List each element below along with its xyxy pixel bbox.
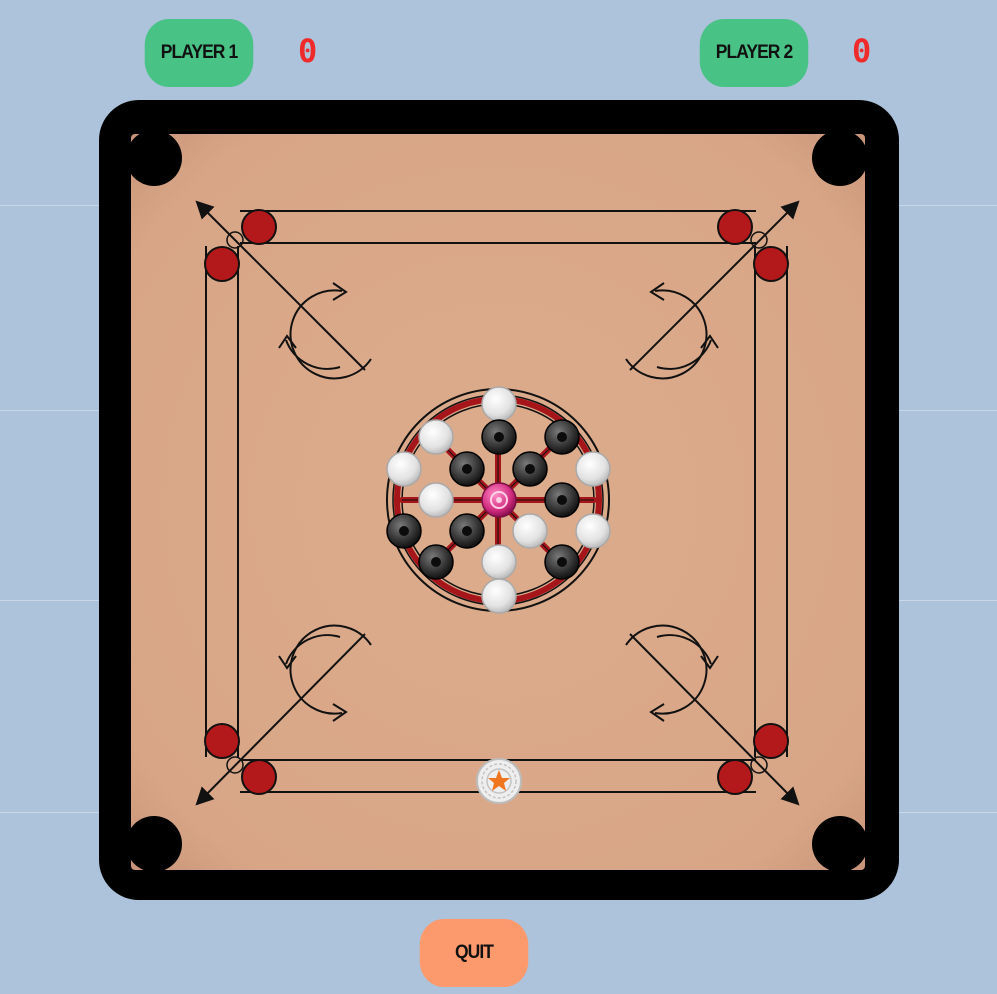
white-coin (481, 386, 517, 422)
white-coin (418, 419, 454, 455)
pocket-bottom-right (812, 816, 868, 872)
white-coin (512, 513, 548, 549)
white-coin (386, 451, 422, 487)
white-coin (575, 451, 611, 487)
pocket-bottom-left (126, 816, 182, 872)
quit-button[interactable]: QUIT (419, 919, 529, 987)
pocket-top-right (812, 130, 868, 186)
quit-label: QUIT (454, 942, 494, 963)
striker[interactable] (476, 758, 522, 804)
queen-coin (481, 482, 517, 518)
pocket-top-left (126, 130, 182, 186)
carrom-board (99, 100, 899, 900)
white-coin (418, 482, 454, 518)
white-coin (481, 544, 517, 580)
white-coin (481, 578, 517, 614)
white-coin (575, 513, 611, 549)
